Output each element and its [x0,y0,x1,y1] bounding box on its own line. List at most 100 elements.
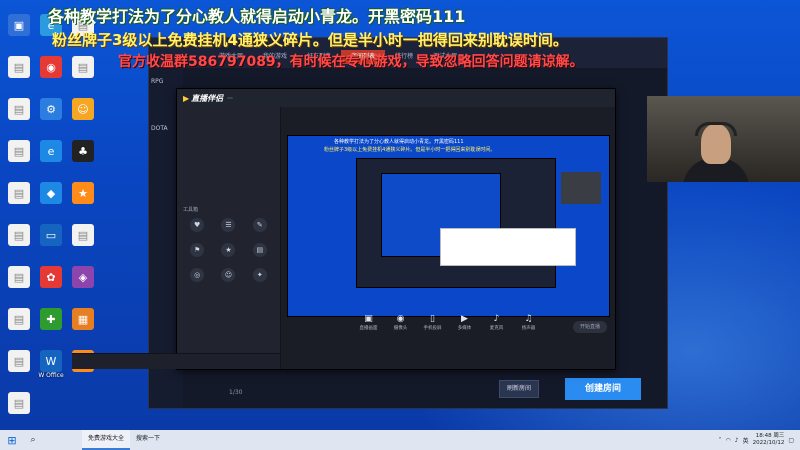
desktop-icon[interactable]: ◆ [36,182,66,218]
clock[interactable]: 18:48 周三 2022/10/12 [753,433,785,447]
control-icon: ♪ [493,314,500,324]
network-icon[interactable]: ◠ [726,437,731,444]
live-control[interactable]: ◉ 摄像头 [388,313,414,339]
room-pager[interactable]: 1/30 [229,389,242,396]
scene-tab[interactable] [197,107,207,119]
app-icon: ▤ [8,224,30,246]
live-badge [227,97,234,99]
volume-icon[interactable]: ♪ [735,437,739,444]
toolbox-item[interactable]: ♥ [183,218,211,240]
webcam-overlay [647,96,800,182]
desktop-icon[interactable]: ▤ [4,308,34,344]
desktop-icon[interactable]: ▤ [4,56,34,92]
toolbox-item[interactable]: ▤ [246,243,274,265]
tool-label [214,232,242,240]
toolbox-item[interactable]: ☰ [214,218,242,240]
scene-list [177,119,280,203]
toolbox-grid: ♥ ☰ ✎ ⚑ ★ ▤ ◎ ☺ ✦ [177,216,280,292]
scene-item[interactable] [177,131,280,143]
desktop-icon[interactable]: ▤ [68,56,98,92]
desktop-icon[interactable]: ▤ [4,350,34,386]
desktop-icon-label [4,414,34,428]
scene-item[interactable] [177,191,280,203]
desktop-icon[interactable]: ⚙ [36,98,66,134]
desktop-icon-label [68,162,98,176]
control-label: 多媒体 [457,326,472,331]
search-icon[interactable]: ⌕ [24,430,42,450]
desktop-icon[interactable]: ▤ [4,98,34,134]
input-method[interactable]: 英 [743,436,749,445]
desktop-icon[interactable]: ★ [68,182,98,218]
live-control[interactable]: ♫ 扬声器 [516,313,542,339]
tool-label [246,232,274,240]
desktop-icon-label [4,288,34,302]
desktop-icon[interactable]: ◈ [68,266,98,302]
desktop-icon[interactable]: ◉ [36,56,66,92]
app-icon: ◆ [40,182,62,204]
desktop-icon[interactable]: ▦ [68,308,98,344]
scene-item[interactable] [177,155,280,167]
taskbar-app-game[interactable]: 免费游戏大全 [82,430,131,450]
live-control[interactable]: ▣ 直播画面 [356,313,382,339]
live-control[interactable]: ♪ 麦克风 [484,313,510,339]
app-icon: ▤ [72,56,94,78]
live-control[interactable]: ▯ 手机投屏 [420,313,446,339]
app-icon: ♣ [72,140,94,162]
toolbox-item[interactable]: ☺ [214,268,242,290]
desktop-icon[interactable]: ☺ [68,98,98,134]
create-room-button[interactable]: 创建房间 [565,378,641,400]
desktop-icon[interactable]: ▤ [68,224,98,260]
app-icon: ☺ [72,98,94,120]
desktop-icon[interactable]: ♣ [68,140,98,176]
desktop-icon-label [36,162,66,176]
live-main-panel: 各种教学打法为了分心教人就得启动小青龙。开黑密码111 粉丝牌子3级以上免费挂机… [282,107,615,369]
preview-banner-1: 各种教学打法为了分心教人就得启动小青龙。开黑密码111 [334,139,464,145]
tool-label [246,257,274,265]
scene-item[interactable] [177,143,280,155]
desktop-icon-label [68,246,98,260]
desktop-icon[interactable]: ▤ [4,140,34,176]
desktop-icon[interactable]: WW Office [36,350,66,386]
desktop-icon[interactable]: ▣ [4,14,34,50]
desktop-icon-label [4,246,34,260]
desktop-icon[interactable]: ✿ [36,266,66,302]
app-icon: e [40,140,62,162]
tool-label [183,257,211,265]
toolbox-item[interactable]: ★ [214,243,242,265]
desktop-icon[interactable]: ▤ [4,224,34,260]
toolbox-item[interactable]: ◎ [183,268,211,290]
scene-item[interactable] [177,167,280,179]
live-header: ▶ 直播伴侣 [177,89,615,107]
start-live-button[interactable]: 开始直播 [573,321,607,333]
stream-preview[interactable]: 各种教学打法为了分心教人就得启动小青龙。开黑密码111 粉丝牌子3级以上免费挂机… [287,135,610,317]
live-control[interactable]: ▶ 多媒体 [452,313,478,339]
live-companion-window: ▶ 直播伴侣 工具箱 ♥ ☰ ✎ ⚑ ★ ▤ ◎ ☺ ✦ 各种教学打法为了分心教人就得启动小青龙… [72,88,616,370]
desktop: ▣e▤▤◉▤▤⚙☺▤e♣▤◆★▤▭▤▤✿◈▤✚▦▤WW Office★▤ 各种教… [0,0,800,430]
chevron-up-icon[interactable]: ˄ [719,437,722,444]
scene-tab[interactable] [187,107,197,119]
refresh-rooms-button[interactable]: 刷新房间 [499,380,539,398]
tool-label [214,282,242,290]
desktop-icon[interactable]: ▭ [36,224,66,260]
control-label: 麦克风 [489,326,504,331]
toolbox-item[interactable]: ⚑ [183,243,211,265]
desktop-icon[interactable]: ▤ [4,392,34,428]
live-left-panel: 工具箱 ♥ ☰ ✎ ⚑ ★ ▤ ◎ ☺ ✦ [72,107,281,369]
app-icon: ▤ [8,266,30,288]
desktop-icon[interactable]: ▤ [4,266,34,302]
headphones-icon [695,122,737,136]
desktop-icon-label [36,330,66,344]
desktop-icon-label [68,78,98,92]
tool-icon: ☰ [221,218,236,232]
desktop-icon[interactable]: ▤ [4,182,34,218]
scene-tab[interactable] [177,107,187,119]
desktop-icon[interactable]: ✚ [36,308,66,344]
scene-item[interactable] [177,119,280,131]
desktop-icon[interactable]: e [36,140,66,176]
toolbox-item[interactable]: ✦ [246,268,274,290]
toolbox-item[interactable]: ✎ [246,218,274,240]
windows-start-icon[interactable]: ⊞ [0,430,24,450]
scene-item[interactable] [177,179,280,191]
taskbar-app-search[interactable]: 搜索一下 [130,430,166,450]
notification-icon[interactable]: ▢ [788,437,794,444]
